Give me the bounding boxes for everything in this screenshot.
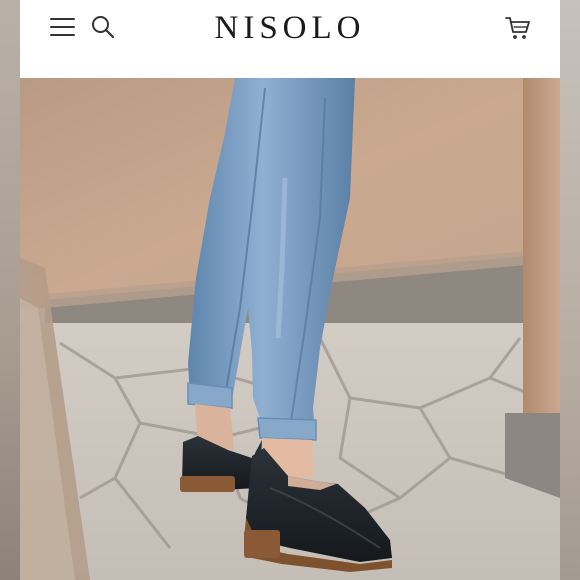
cart-button[interactable]: [504, 14, 532, 42]
product-photo: [20, 78, 560, 580]
brand-logo[interactable]: NISOLO: [20, 10, 560, 46]
cart-icon: [505, 17, 530, 39]
shoe-front-heel: [244, 530, 280, 558]
left-margin-strip: [0, 0, 20, 580]
shoe-back-heel: [180, 476, 235, 492]
right-pillar: [523, 78, 560, 446]
right-margin-strip: [560, 0, 580, 580]
site-header: NISOLO: [20, 0, 560, 78]
right-cuff: [257, 417, 317, 441]
hero-image[interactable]: [20, 78, 560, 580]
left-cuff: [187, 382, 233, 409]
app-frame: NISOLO: [20, 0, 560, 580]
